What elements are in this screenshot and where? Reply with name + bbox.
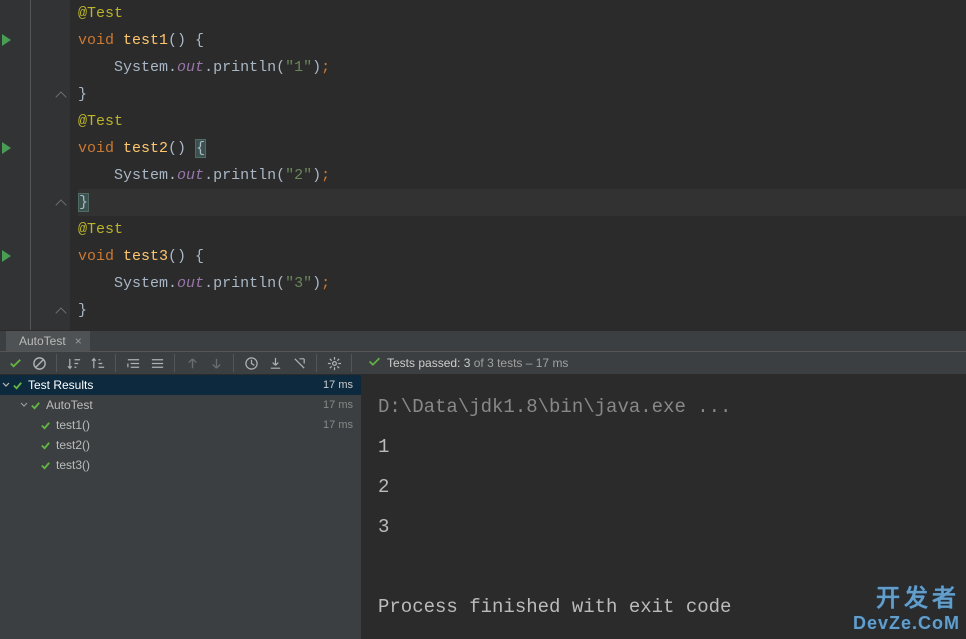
close-icon[interactable]: ×: [75, 334, 82, 348]
sort-down-button[interactable]: [63, 352, 85, 374]
run-test-icon[interactable]: [2, 34, 11, 46]
tree-test-item[interactable]: test1() 17 ms: [0, 415, 361, 435]
output-line: 3: [378, 507, 950, 547]
field-ref: out: [177, 275, 204, 292]
method-call: println: [213, 59, 276, 76]
expand-all-button[interactable]: [122, 352, 144, 374]
check-icon: [40, 420, 51, 431]
run-config-label: AutoTest: [19, 334, 66, 348]
code-content[interactable]: @Test void test1() { System.out.println(…: [70, 0, 966, 330]
tree-label: test1(): [56, 418, 323, 432]
string-literal: "1": [285, 59, 312, 76]
method-name: test3: [123, 248, 168, 265]
annotation: @Test: [78, 113, 123, 130]
show-passed-button[interactable]: [4, 352, 26, 374]
tree-label: test3(): [56, 458, 353, 472]
tree-label: test2(): [56, 438, 353, 452]
run-test-icon[interactable]: [2, 142, 11, 154]
method-call: println: [213, 275, 276, 292]
fold-icon[interactable]: [55, 91, 66, 102]
test-results-panel: Test Results 17 ms AutoTest 17 ms test1(…: [0, 375, 966, 639]
annotation: @Test: [78, 5, 123, 22]
tree-time: 17 ms: [323, 419, 353, 431]
field-ref: out: [177, 59, 204, 76]
tree-time: 17 ms: [323, 399, 353, 411]
check-icon: [40, 460, 51, 471]
prev-button[interactable]: [181, 352, 203, 374]
command-line: D:\Data\jdk1.8\bin\java.exe ...: [378, 387, 950, 427]
output-line: 2: [378, 467, 950, 507]
watermark: 开发者 DevZe.CoM: [853, 587, 960, 635]
string-literal: "2": [285, 167, 312, 184]
chevron-down-icon[interactable]: [18, 401, 30, 409]
method-name: test2: [123, 140, 168, 157]
check-icon: [368, 355, 381, 371]
check-icon: [12, 380, 23, 391]
class-ref: System: [114, 275, 168, 292]
history-button[interactable]: [240, 352, 262, 374]
keyword: void: [78, 32, 114, 49]
method-name: test1: [123, 32, 168, 49]
run-test-icon[interactable]: [2, 250, 11, 262]
class-ref: System: [114, 59, 168, 76]
check-icon: [30, 400, 41, 411]
tree-label: AutoTest: [46, 398, 323, 412]
show-ignored-button[interactable]: [28, 352, 50, 374]
tree-test-item[interactable]: test2(): [0, 435, 361, 455]
test-toolbar: Tests passed: 3 of 3 tests – 17 ms: [0, 352, 966, 375]
export-button[interactable]: [288, 352, 310, 374]
check-icon: [40, 440, 51, 451]
method-call: println: [213, 167, 276, 184]
class-ref: System: [114, 167, 168, 184]
tree-test-item[interactable]: test3(): [0, 455, 361, 475]
run-tool-tab-bar: AutoTest ×: [0, 330, 966, 352]
tests-passed-status: Tests passed: 3 of 3 tests – 17 ms: [368, 355, 568, 371]
sort-up-button[interactable]: [87, 352, 109, 374]
import-button[interactable]: [264, 352, 286, 374]
keyword: void: [78, 140, 114, 157]
console-output[interactable]: D:\Data\jdk1.8\bin\java.exe ... 1 2 3 Pr…: [362, 375, 966, 639]
fold-icon[interactable]: [55, 199, 66, 210]
caret: }: [78, 193, 89, 212]
collapse-all-button[interactable]: [146, 352, 168, 374]
tree-time: 17 ms: [323, 379, 353, 391]
string-literal: "3": [285, 275, 312, 292]
chevron-down-icon[interactable]: [0, 381, 12, 389]
fold-icon[interactable]: [55, 307, 66, 318]
run-config-tab[interactable]: AutoTest ×: [6, 331, 90, 351]
test-tree[interactable]: Test Results 17 ms AutoTest 17 ms test1(…: [0, 375, 362, 639]
next-button[interactable]: [205, 352, 227, 374]
field-ref: out: [177, 167, 204, 184]
tree-label: Test Results: [28, 378, 323, 392]
settings-button[interactable]: [323, 352, 345, 374]
gutter: [0, 0, 70, 330]
tree-suite[interactable]: AutoTest 17 ms: [0, 395, 361, 415]
output-line: 1: [378, 427, 950, 467]
keyword: void: [78, 248, 114, 265]
editor-area[interactable]: @Test void test1() { System.out.println(…: [0, 0, 966, 330]
tree-root[interactable]: Test Results 17 ms: [0, 375, 361, 395]
annotation: @Test: [78, 221, 123, 238]
